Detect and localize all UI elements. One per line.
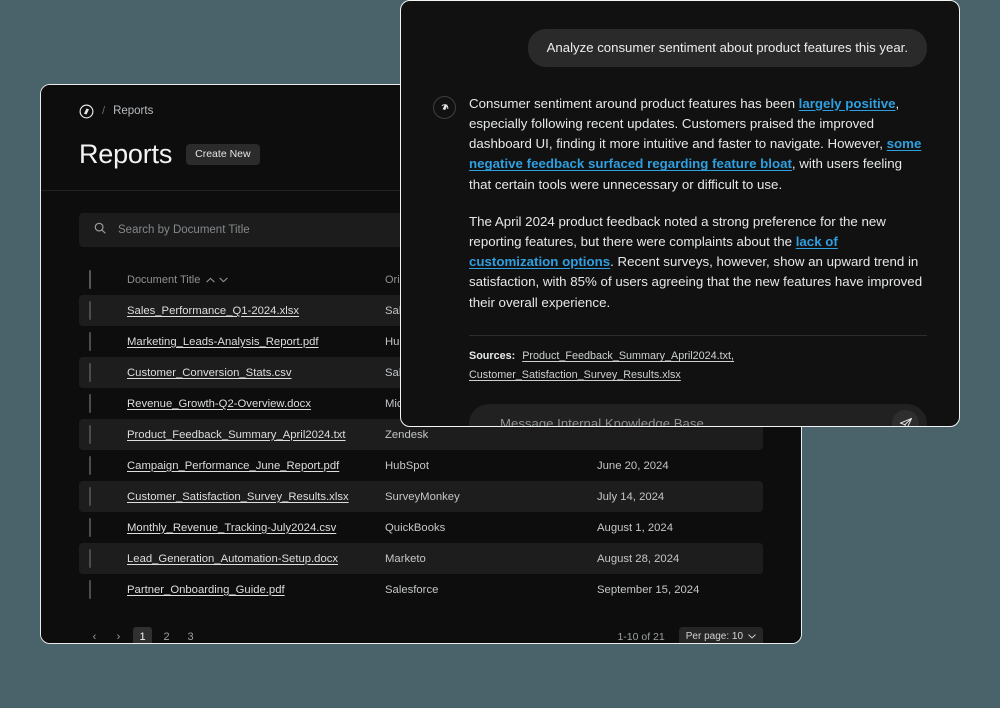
assistant-message-row: Consumer sentiment around product featur… [433,94,927,426]
row-checkbox[interactable] [89,424,91,444]
document-title-link[interactable]: Lead_Generation_Automation-Setup.docx [127,553,338,565]
breadcrumb-current[interactable]: Reports [113,105,153,117]
row-select-cell [89,331,127,351]
row-select-cell [89,455,127,475]
cell-date: June 20, 2024 [597,459,669,472]
pagination-next-button[interactable]: › [109,627,128,643]
pagination-page-1[interactable]: 1 [133,627,152,643]
column-header-document-title[interactable]: Document Title [127,274,385,286]
cell-document-title: Customer_Satisfaction_Survey_Results.xls… [127,491,385,503]
brand-hexagon-icon [433,95,456,119]
document-title-link[interactable]: Customer_Conversion_Stats.csv [127,367,292,379]
assistant-message-body: Consumer sentiment around product featur… [469,94,927,426]
row-select-cell [89,517,127,537]
document-title-link[interactable]: Product_Feedback_Summary_April2024.txt [127,429,346,441]
cell-document-title: Partner_Onboarding_Guide.pdf [127,584,385,596]
document-title-link[interactable]: Campaign_Performance_June_Report.pdf [127,460,339,472]
row-select-cell [89,579,127,599]
source-link-2[interactable]: Customer_Satisfaction_Survey_Results.xls… [469,369,681,381]
document-title-link[interactable]: Monthly_Revenue_Tracking-July2024.csv [127,522,336,534]
cell-document-title: Revenue_Growth-Q2-Overview.docx [127,398,385,410]
per-page-select[interactable]: Per page: 10 [678,627,763,643]
assistant-paragraph-1: Consumer sentiment around product featur… [469,94,927,195]
table-row[interactable]: Monthly_Revenue_Tracking-July2024.csv Qui… [79,512,763,543]
create-new-button[interactable]: Create New [186,144,260,165]
cell-document-title: Marketing_Leads-Analysis_Report.pdf [127,336,385,348]
row-checkbox[interactable] [89,579,91,599]
table-row[interactable]: Partner_Onboarding_Guide.pdf Salesforce Se… [79,574,763,605]
cell-date: September 15, 2024 [597,583,700,596]
sources-label: Sources: [469,349,516,362]
assistant-paragraph-2: The April 2024 product feedback noted a … [469,212,927,313]
document-title-link[interactable]: Customer_Satisfaction_Survey_Results.xls… [127,491,349,503]
cell-date: July 14, 2024 [597,490,665,503]
user-message-row: Analyze consumer sentiment about product… [433,29,927,67]
chevron-down-icon [748,634,756,639]
row-checkbox[interactable] [89,486,91,506]
cell-document-title: Monthly_Revenue_Tracking-July2024.csv [127,522,385,534]
table-row[interactable]: Lead_Generation_Automation-Setup.docx Mar… [79,543,763,574]
pagination-prev-button[interactable]: ‹ [85,627,104,643]
chat-panel: Analyze consumer sentiment about product… [400,0,960,427]
table-row[interactable]: Campaign_Performance_June_Report.pdf HubS… [79,450,763,481]
user-message-bubble: Analyze consumer sentiment about product… [527,29,927,67]
document-title-link[interactable]: Sales_Performance_Q1-2024.xlsx [127,305,299,317]
row-checkbox[interactable] [89,517,91,537]
cell-document-title: Sales_Performance_Q1-2024.xlsx [127,305,385,317]
row-checkbox[interactable] [89,362,91,382]
select-all-checkbox[interactable] [89,270,91,289]
cell-origin: QuickBooks [385,521,446,534]
row-checkbox[interactable] [89,548,91,568]
cell-origin: SurveyMonkey [385,490,460,503]
cell-date: August 28, 2024 [597,552,680,565]
per-page-label: Per page: 10 [685,631,743,642]
cell-document-title: Product_Feedback_Summary_April2024.txt [127,429,385,441]
brand-hexagon-icon [79,104,94,119]
document-title-link[interactable]: Revenue_Growth-Q2-Overview.docx [127,398,311,410]
cell-origin: HubSpot [385,459,429,472]
cell-document-title: Lead_Generation_Automation-Setup.docx [127,553,385,565]
search-icon [93,221,107,240]
sources-row: Sources: Product_Feedback_Summary_April2… [469,350,927,381]
page-range-text: 1-10 of 21 [617,630,665,643]
cell-origin: Marketo [385,552,426,565]
row-select-cell [89,300,127,320]
sources-divider [469,334,927,336]
cell-document-title: Customer_Conversion_Stats.csv [127,367,385,379]
row-select-cell [89,362,127,382]
row-checkbox[interactable] [89,300,91,320]
sort-desc-icon [219,277,229,283]
cell-origin: Salesforce [385,583,439,596]
row-select-cell [89,424,127,444]
select-all-cell [89,270,127,289]
cell-origin: Zendesk [385,428,429,441]
sort-arrows-document-title[interactable] [206,277,229,283]
row-checkbox[interactable] [89,331,91,351]
send-paper-plane-icon[interactable] [892,410,919,426]
cell-date: August 1, 2024 [597,521,674,534]
pagination-bar: ‹ › 123 1-10 of 21 Per page: 10 [79,627,763,643]
document-title-link[interactable]: Marketing_Leads-Analysis_Report.pdf [127,336,319,348]
paragraph-1-text-1: Consumer sentiment around product featur… [469,95,799,111]
row-select-cell [89,393,127,413]
row-checkbox[interactable] [89,393,91,413]
page-title: Reports [79,139,173,169]
sort-asc-icon [206,277,216,283]
pagination-page-3[interactable]: 3 [181,627,200,643]
breadcrumb-separator: / [102,105,106,117]
cell-document-title: Campaign_Performance_June_Report.pdf [127,460,385,472]
table-row[interactable]: Customer_Satisfaction_Survey_Results.xls… [79,481,763,512]
pagination-page-2[interactable]: 2 [157,627,176,643]
chat-input[interactable] [500,403,892,426]
link-largely-positive[interactable]: largely positive [799,96,896,111]
document-title-link[interactable]: Partner_Onboarding_Guide.pdf [127,584,285,596]
row-select-cell [89,486,127,506]
source-link-1[interactable]: Product_Feedback_Summary_April2024.txt, [522,350,734,362]
row-checkbox[interactable] [89,455,91,475]
column-header-label: Document Title [127,274,201,286]
row-select-cell [89,548,127,568]
pagination-pages: 123 [133,627,205,643]
chat-input-bar[interactable] [469,403,927,426]
